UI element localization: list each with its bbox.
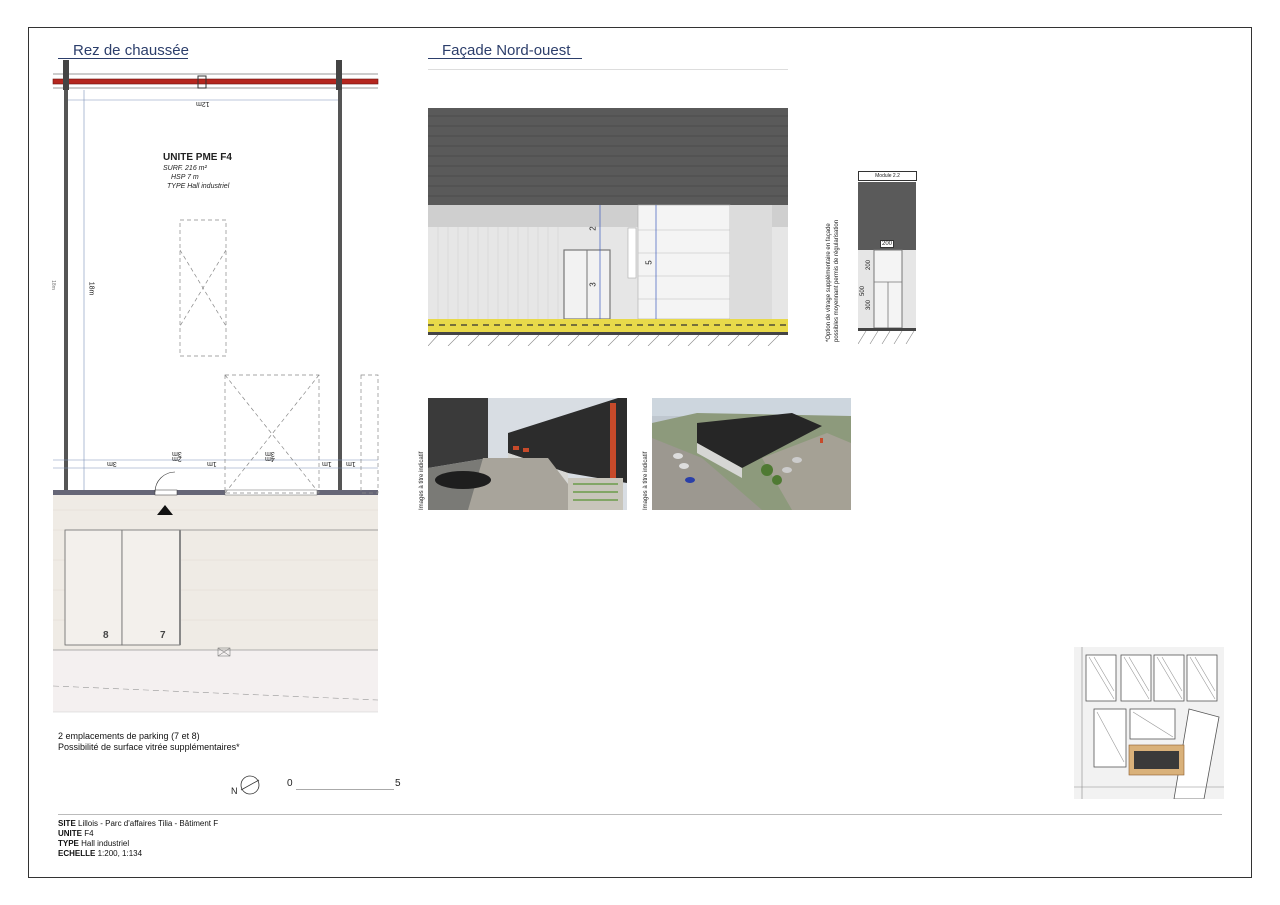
scale-end: 5 [395, 778, 401, 789]
title-block-site: SITE Lillois - Parc d'affaires Tilia - B… [58, 819, 219, 828]
title-block-rule [58, 814, 1222, 815]
north-arrow-icon [240, 775, 260, 795]
title-block-type: TYPE Hall industriel [58, 839, 130, 848]
dim-bottom-3: 1m [207, 460, 217, 467]
parking-number-7: 7 [160, 630, 166, 641]
module-dim-width: 200 [880, 240, 895, 248]
site-location-map [1074, 647, 1224, 799]
unit-name: UNITE PME F4 [163, 152, 232, 163]
facade-wall [53, 490, 378, 495]
road [53, 650, 378, 712]
dim-bottom-4: 3m [172, 450, 182, 457]
facade-title: Façade Nord-ouest [442, 42, 571, 59]
wall-left [64, 90, 68, 490]
facade-title-underline [428, 58, 582, 59]
dim-side-label: 18m [87, 281, 95, 296]
parking-number-8: 8 [103, 630, 109, 641]
title-block: SITE Lillois - Parc d'affaires Tilia - B… [58, 819, 218, 859]
column-left [63, 60, 69, 90]
plan-title: Rez de chaussée [73, 42, 189, 59]
dim-bottom-6: 1m [322, 460, 332, 467]
dim-bottom-1: 3m [107, 460, 117, 467]
sectional-door-opening [224, 489, 318, 496]
dim-top-label: 12m [196, 100, 210, 107]
option-note-1: *Option de vitrage supplémentaire en faç… [826, 223, 832, 342]
parking-spaces [64, 529, 181, 646]
module-dim-total: 500 [860, 285, 866, 296]
render-caption-1: Images à titre indicatif [419, 451, 425, 510]
dim-bottom-7: 1m [346, 460, 356, 467]
module-label: Module 2.2 [858, 171, 917, 181]
equipment-zone [179, 219, 227, 357]
door-swing-zone [224, 374, 379, 494]
top-beam [52, 78, 379, 85]
render-aerial-view [652, 398, 851, 510]
scale-bar [296, 789, 394, 790]
plan-title-underline [58, 58, 188, 59]
unit-type: TYPE Hall industriel [167, 183, 230, 190]
wall-right [338, 90, 342, 490]
column-right [336, 60, 342, 90]
render-caption-2: Images à titre indicatif [643, 451, 649, 510]
facade-dim-upper: 2 [588, 226, 598, 231]
facade-dim-door: 3 [588, 282, 598, 287]
render-street-view [428, 398, 627, 510]
facade-dim-total: 5 [644, 260, 654, 265]
plan-note-2: Possibilité de surface vitrée supplément… [58, 742, 240, 752]
scale-start: 0 [287, 778, 293, 789]
dim-bottom-lower: 3m [265, 450, 275, 457]
module-dim-upper: 200 [866, 259, 872, 270]
dim-cut-label: 18m [49, 280, 56, 290]
title-block-scale: ECHELLE 1:200, 1:134 [58, 849, 143, 858]
title-block-unit: UNITE F4 [58, 829, 94, 838]
option-note-2: possibles moyennant permis de régularisa… [834, 219, 840, 342]
plan-note-1: 2 emplacements de parking (7 et 8) [58, 731, 200, 741]
facade-elevation [428, 108, 788, 346]
unit-height: HSP 7 m [171, 174, 199, 181]
unit-surface: SURF. 216 m² [163, 165, 207, 172]
north-label: N [231, 786, 238, 796]
module-dim-lower: 300 [866, 299, 872, 310]
